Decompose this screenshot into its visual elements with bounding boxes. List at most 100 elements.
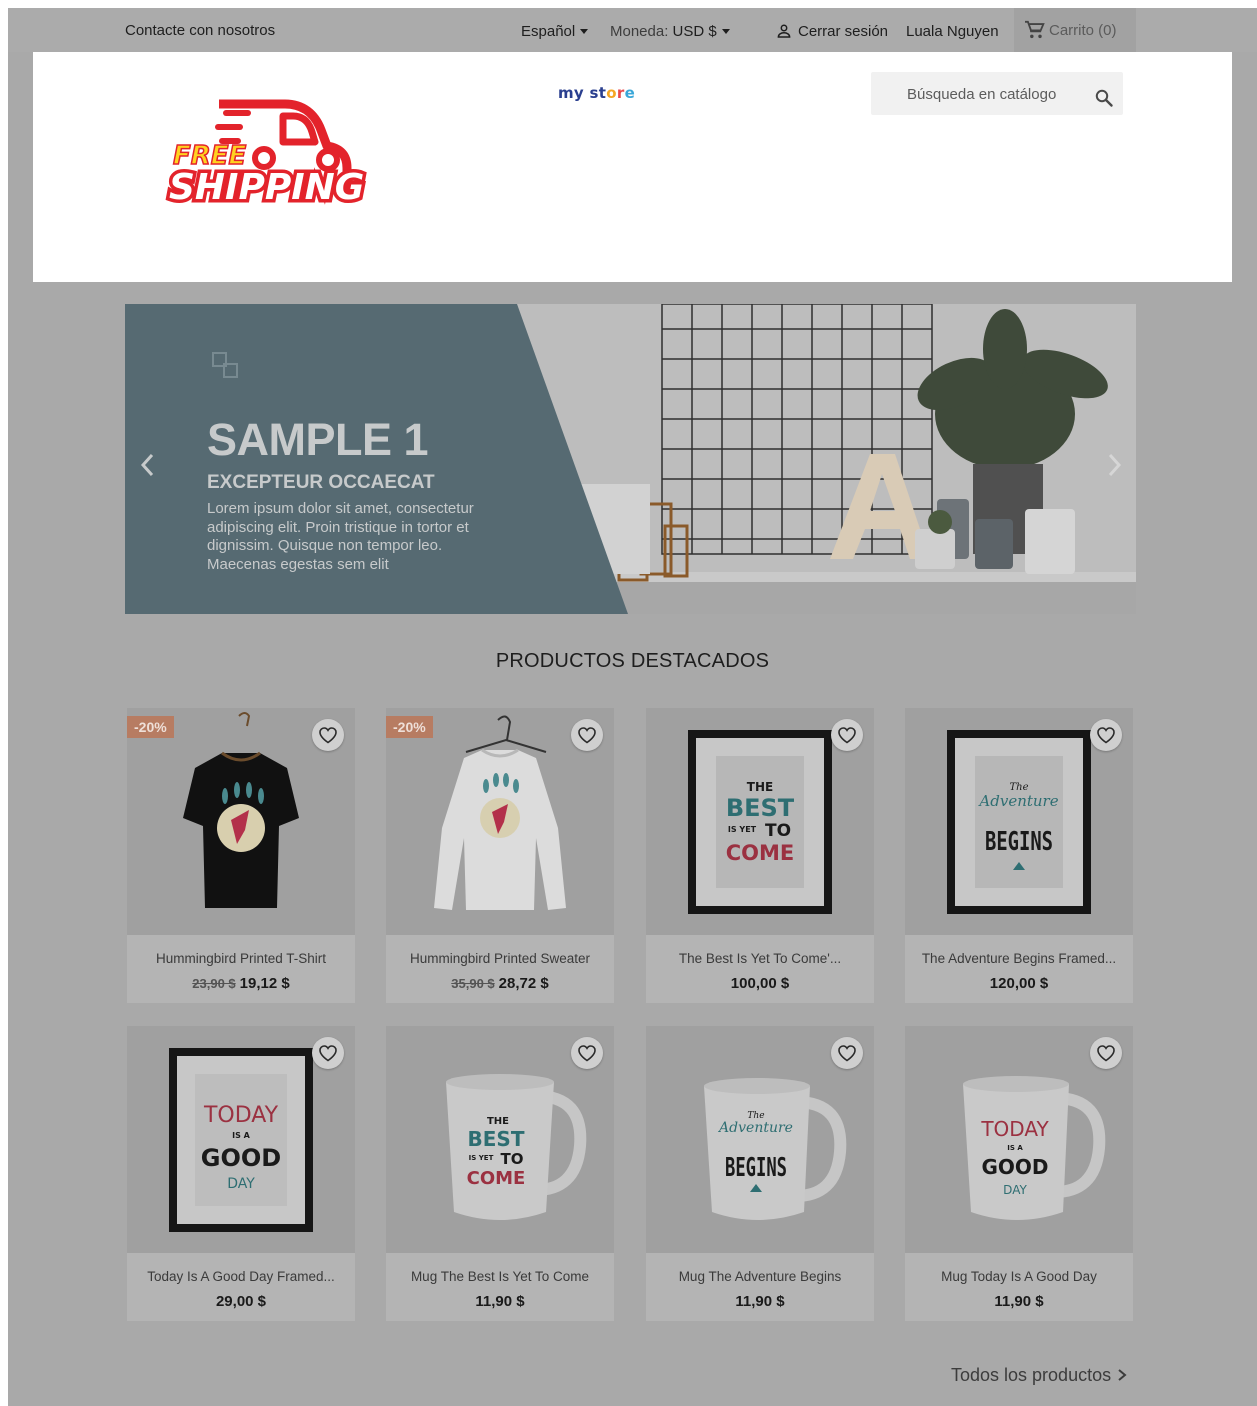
product-card[interactable]: -20% Hummingbird Printed Sweater 35,90 $…: [386, 708, 614, 1003]
art-today: TODAY: [203, 1103, 279, 1128]
currency-label: Moneda:: [610, 23, 669, 40]
page-overlay: Contacte con nosotros Español Moneda: US…: [8, 8, 1257, 1406]
product-info: Mug Today Is A Good Day 11,90 $: [905, 1253, 1133, 1321]
product-image[interactable]: The Adventure BEGINS: [905, 708, 1133, 935]
heart-icon: [578, 1045, 596, 1062]
discount-badge: -20%: [386, 716, 433, 738]
product-card[interactable]: TODAY IS A GOOD DAY Today Is A Good Day …: [127, 1026, 355, 1321]
wishlist-button[interactable]: [831, 1037, 863, 1069]
cart-label: Carrito (0): [1049, 22, 1117, 39]
product-card[interactable]: THE BEST IS YET TO COME Mug The Best Is …: [386, 1026, 614, 1321]
art-isyet: IS YET: [728, 825, 757, 834]
currency-selector[interactable]: Moneda: USD $: [610, 23, 730, 40]
product-image[interactable]: -20%: [386, 708, 614, 935]
currency-value: USD $: [672, 23, 717, 40]
hero-text: Lorem ipsum dolor sit amet, consectetur …: [207, 500, 474, 573]
product-card[interactable]: TODAY IS A GOOD DAY Mug Today Is A Good …: [905, 1026, 1133, 1321]
art-the: THE: [747, 780, 773, 794]
product-info: Mug The Best Is Yet To Come 11,90 $: [386, 1253, 614, 1321]
language-label: Español: [521, 23, 576, 40]
free-shipping-logo[interactable]: FREE SHIPPING: [163, 92, 368, 212]
product-price: 11,90 $: [994, 1293, 1044, 1310]
product-info: Mug The Adventure Begins 11,90 $: [646, 1253, 874, 1321]
product-price: 19,12 $: [239, 975, 290, 992]
product-name[interactable]: Mug The Best Is Yet To Come: [392, 1269, 608, 1284]
store-logo-part: r: [616, 84, 625, 102]
product-card[interactable]: THE BEST IS YET TO COME The Best Is Yet …: [646, 708, 874, 1003]
logout-link[interactable]: Cerrar sesión: [798, 23, 888, 40]
old-price: 23,90 $: [192, 976, 236, 991]
chevron-left-icon[interactable]: [139, 452, 155, 478]
wishlist-button[interactable]: [831, 719, 863, 751]
product-image[interactable]: THE BEST IS YET TO COME: [386, 1026, 614, 1253]
contact-link[interactable]: Contacte con nosotros: [125, 22, 275, 39]
product-name[interactable]: The Adventure Begins Framed...: [911, 951, 1127, 966]
product-name[interactable]: The Best Is Yet To Come'...: [652, 951, 868, 966]
product-price: 28,72 $: [498, 975, 549, 992]
product-card[interactable]: The Adventure BEGINS The Adventure Begin…: [905, 708, 1133, 1003]
search-box: [871, 72, 1123, 115]
art-day: DAY: [1003, 1183, 1027, 1197]
product-name[interactable]: Mug Today Is A Good Day: [911, 1269, 1127, 1284]
wishlist-button[interactable]: [571, 719, 603, 751]
art-the: THE: [487, 1116, 509, 1127]
language-selector[interactable]: Español: [521, 23, 589, 40]
search-icon[interactable]: [1094, 88, 1114, 108]
caret-down-icon: [580, 29, 589, 34]
product-name[interactable]: Hummingbird Printed T-Shirt: [133, 951, 349, 966]
art-good: GOOD: [201, 1144, 281, 1172]
wishlist-button[interactable]: [1090, 1037, 1122, 1069]
wishlist-button[interactable]: [1090, 719, 1122, 751]
site-header: FREE SHIPPING my store: [33, 52, 1232, 282]
art-adventure: Adventure: [717, 1120, 793, 1136]
wishlist-button[interactable]: [571, 1037, 603, 1069]
store-logo-part: e: [624, 84, 636, 102]
product-image[interactable]: TODAY IS A GOOD DAY: [905, 1026, 1133, 1253]
product-info: Hummingbird Printed T-Shirt 23,90 $19,12…: [127, 935, 355, 1003]
heart-icon: [319, 727, 337, 744]
product-card[interactable]: The Adventure BEGINS Mug The Adventure B…: [646, 1026, 874, 1321]
all-products-link[interactable]: Todos los productos: [951, 1365, 1127, 1386]
product-name[interactable]: Mug The Adventure Begins: [652, 1269, 868, 1284]
chevron-right-icon[interactable]: [1107, 452, 1123, 478]
art-begins: BEGINS: [985, 827, 1053, 857]
product-image[interactable]: -20%: [127, 708, 355, 935]
hero-subtitle: EXCEPTEUR OCCAECAT: [207, 472, 435, 493]
logo-shipping-text: SHIPPING: [169, 167, 364, 208]
store-logo-part: my: [558, 84, 585, 102]
product-price: 11,90 $: [735, 1293, 785, 1310]
product-info: Hummingbird Printed Sweater 35,90 $28,72…: [386, 935, 614, 1003]
store-logo-part: o: [606, 84, 617, 102]
cart-button[interactable]: Carrito (0): [1014, 8, 1136, 52]
account-link[interactable]: Luala Nguyen: [906, 23, 999, 40]
store-logo[interactable]: my store: [558, 84, 635, 102]
wishlist-button[interactable]: [312, 1037, 344, 1069]
product-image[interactable]: THE BEST IS YET TO COME: [646, 708, 874, 935]
all-products-label: Todos los productos: [951, 1365, 1112, 1385]
top-nav: Contacte con nosotros Español Moneda: US…: [8, 8, 1257, 52]
wishlist-button[interactable]: [312, 719, 344, 751]
hero-title: SAMPLE 1: [207, 414, 429, 465]
product-price: 29,00 $: [215, 1293, 267, 1310]
product-name[interactable]: Hummingbird Printed Sweater: [392, 951, 608, 966]
search-input[interactable]: [871, 72, 1086, 115]
user-icon: [777, 24, 791, 38]
old-price: 35,90 $: [451, 976, 495, 991]
heart-icon: [838, 727, 856, 744]
art-good: GOOD: [981, 1155, 1048, 1179]
heart-icon: [1097, 1045, 1115, 1062]
art-isa: IS A: [232, 1131, 251, 1140]
product-card[interactable]: -20% Hummingbird Printed T-Shirt 23,90 $…: [127, 708, 355, 1003]
product-info: Today Is A Good Day Framed... 29,00 $: [127, 1253, 355, 1321]
product-image[interactable]: The Adventure BEGINS: [646, 1026, 874, 1253]
hero-slider: SAMPLE 1 EXCEPTEUR OCCAECAT Lorem ipsum …: [125, 304, 1136, 614]
discount-badge: -20%: [127, 716, 174, 738]
caret-down-icon: [721, 29, 730, 34]
art-isa: IS A: [1007, 1144, 1023, 1152]
product-price-row: 35,90 $28,72 $: [386, 975, 614, 992]
art-begins: BEGINS: [725, 1153, 787, 1183]
art-come: COME: [726, 841, 795, 865]
product-image[interactable]: TODAY IS A GOOD DAY: [127, 1026, 355, 1253]
product-price: 100,00 $: [730, 975, 790, 992]
product-name[interactable]: Today Is A Good Day Framed...: [133, 1269, 349, 1284]
